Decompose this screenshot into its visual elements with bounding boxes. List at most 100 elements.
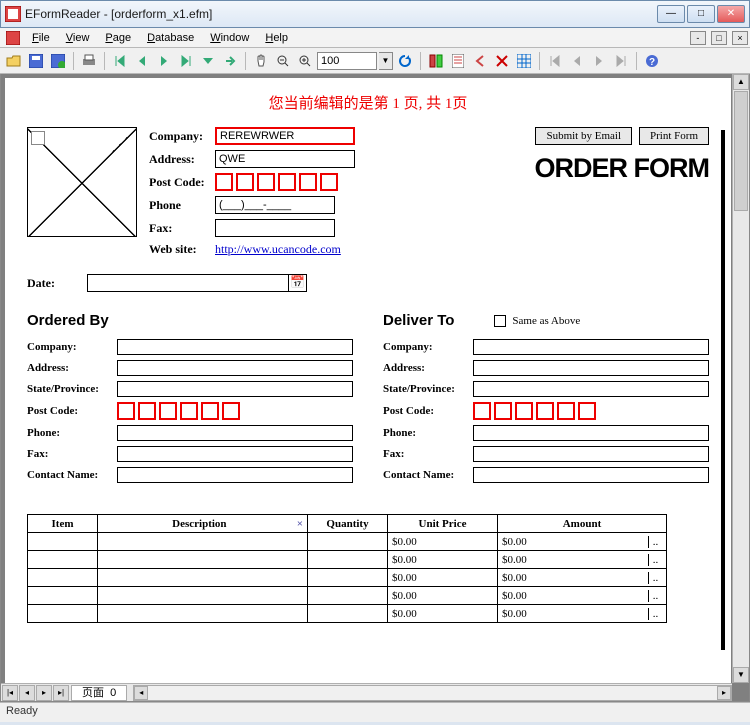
address-input[interactable]	[215, 150, 355, 168]
cell-qty[interactable]	[308, 569, 388, 587]
date-input[interactable]: 📅	[87, 274, 307, 292]
cell-amount[interactable]: $0.00..	[498, 569, 667, 587]
ob-contact-input[interactable]	[117, 467, 353, 483]
rec-prev-icon[interactable]	[567, 51, 587, 71]
amount-ellipsis-button[interactable]: ..	[648, 554, 662, 566]
dt-company-input[interactable]	[473, 339, 709, 355]
rec-next-icon[interactable]	[589, 51, 609, 71]
amount-ellipsis-button[interactable]: ..	[648, 590, 662, 602]
amount-ellipsis-button[interactable]: ..	[648, 608, 662, 620]
dt-contact-input[interactable]	[473, 467, 709, 483]
hscroll-right-icon[interactable]: ▸	[717, 686, 731, 700]
menu-view[interactable]: View	[58, 30, 98, 46]
dt-address-input[interactable]	[473, 360, 709, 376]
phone-input[interactable]	[215, 196, 335, 214]
save-icon[interactable]	[26, 51, 46, 71]
cell-desc[interactable]	[98, 587, 308, 605]
amount-ellipsis-button[interactable]: ..	[648, 536, 662, 548]
image-placeholder[interactable]	[27, 127, 137, 237]
cell-unit[interactable]: $0.00	[388, 587, 498, 605]
cell-amount[interactable]: $0.00..	[498, 605, 667, 623]
submit-email-button[interactable]: Submit by Email	[535, 127, 632, 145]
fax-input[interactable]	[215, 219, 335, 237]
cell-amount[interactable]: $0.00..	[498, 533, 667, 551]
cell-item[interactable]	[28, 569, 98, 587]
nav-first-icon[interactable]	[110, 51, 130, 71]
horizontal-scrollbar[interactable]: ◂ ▸	[133, 685, 732, 701]
dt-fax-input[interactable]	[473, 446, 709, 462]
tab-prev-icon[interactable]: ◂	[19, 685, 35, 701]
nav-down-icon[interactable]	[198, 51, 218, 71]
dt-state-input[interactable]	[473, 381, 709, 397]
cell-amount[interactable]: $0.00..	[498, 587, 667, 605]
calendar-icon[interactable]: 📅	[288, 275, 306, 291]
ob-address-input[interactable]	[117, 360, 353, 376]
same-as-above-checkbox[interactable]	[494, 315, 506, 327]
hand-icon[interactable]	[251, 51, 271, 71]
dt-postcode-boxes[interactable]	[473, 402, 596, 420]
fields-icon[interactable]	[426, 51, 446, 71]
menu-help[interactable]: Help	[257, 30, 296, 46]
scroll-down-icon[interactable]: ▼	[733, 667, 749, 683]
tab-next-icon[interactable]: ▸	[36, 685, 52, 701]
cell-desc[interactable]	[98, 551, 308, 569]
tab-first-icon[interactable]: |◂	[2, 685, 18, 701]
mdi-minimize-button[interactable]: -	[690, 31, 706, 45]
amount-ellipsis-button[interactable]: ..	[648, 572, 662, 584]
nav-goto-icon[interactable]	[220, 51, 240, 71]
vertical-scrollbar[interactable]: ▲ ▼	[732, 74, 749, 683]
tab-last-icon[interactable]: ▸|	[53, 685, 69, 701]
company-input[interactable]	[215, 127, 355, 145]
mdi-restore-button[interactable]: □	[711, 31, 727, 45]
minimize-button[interactable]: —	[657, 5, 685, 23]
cell-desc[interactable]	[98, 533, 308, 551]
close-button[interactable]: ✕	[717, 5, 745, 23]
cell-qty[interactable]	[308, 605, 388, 623]
nav-next-icon[interactable]	[154, 51, 174, 71]
document-icon[interactable]	[448, 51, 468, 71]
ob-fax-input[interactable]	[117, 446, 353, 462]
nav-prev-icon[interactable]	[132, 51, 152, 71]
menu-window[interactable]: Window	[202, 30, 257, 46]
dt-phone-input[interactable]	[473, 425, 709, 441]
ob-state-input[interactable]	[117, 381, 353, 397]
cell-item[interactable]	[28, 533, 98, 551]
menu-database[interactable]: Database	[139, 30, 202, 46]
menu-file[interactable]: FFileile	[24, 30, 58, 46]
menu-page[interactable]: Page	[97, 30, 139, 46]
hscroll-left-icon[interactable]: ◂	[134, 686, 148, 700]
ob-company-input[interactable]	[117, 339, 353, 355]
cell-item[interactable]	[28, 605, 98, 623]
print-icon[interactable]	[79, 51, 99, 71]
cell-qty[interactable]	[308, 533, 388, 551]
postcode-boxes[interactable]	[215, 173, 338, 191]
cell-unit[interactable]: $0.00	[388, 569, 498, 587]
scroll-up-icon[interactable]: ▲	[733, 74, 749, 90]
desc-close-icon[interactable]: ×	[297, 518, 303, 530]
zoom-input[interactable]	[317, 52, 377, 70]
cell-qty[interactable]	[308, 587, 388, 605]
zoom-dropdown[interactable]: ▼	[379, 52, 393, 70]
zoom-in-icon[interactable]	[295, 51, 315, 71]
mdi-close-button[interactable]: ×	[732, 31, 748, 45]
refresh-icon[interactable]	[395, 51, 415, 71]
delete-icon[interactable]	[492, 51, 512, 71]
cell-unit[interactable]: $0.00	[388, 533, 498, 551]
help-icon[interactable]: ?	[642, 51, 662, 71]
cell-unit[interactable]: $0.00	[388, 551, 498, 569]
cell-item[interactable]	[28, 587, 98, 605]
ob-phone-input[interactable]	[117, 425, 353, 441]
maximize-button[interactable]: □	[687, 5, 715, 23]
website-link[interactable]: http://www.ucancode.com	[215, 242, 341, 257]
rec-last-icon[interactable]	[611, 51, 631, 71]
cell-unit[interactable]: $0.00	[388, 605, 498, 623]
cell-qty[interactable]	[308, 551, 388, 569]
save-green-icon[interactable]	[48, 51, 68, 71]
rec-first-icon[interactable]	[545, 51, 565, 71]
arrow-left-icon[interactable]	[470, 51, 490, 71]
scroll-thumb[interactable]	[734, 91, 748, 211]
page-tab[interactable]: 页面 0	[71, 685, 127, 701]
ob-postcode-boxes[interactable]	[117, 402, 240, 420]
cell-desc[interactable]	[98, 605, 308, 623]
zoom-out-icon[interactable]	[273, 51, 293, 71]
